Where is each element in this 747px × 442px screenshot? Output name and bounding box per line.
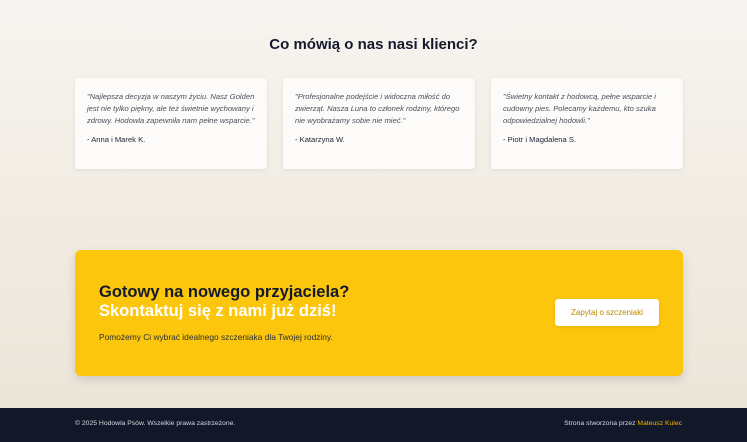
cta-headline: Gotowy na nowego przyjaciela? (99, 283, 350, 301)
testimonial-author: - Piotr i Magdalena S. (503, 135, 577, 144)
testimonial-card: "Profesjonalne podejście i widoczna miło… (283, 78, 475, 169)
testimonial-card: "Świetny kontakt z hodowcą, pełne wsparc… (491, 78, 683, 169)
testimonial-card: "Najlepsza decyzja w naszym życiu. Nasz … (75, 78, 267, 169)
testimonials-title: Co mówią o nas nasi klienci? (269, 36, 478, 53)
testimonial-author: - Anna i Marek K. (87, 135, 146, 144)
footer-credit-author-link[interactable]: Mateusz Kulec (637, 420, 682, 427)
testimonial-quote: "Najlepsza decyzja w naszym życiu. Nasz … (87, 92, 255, 125)
site-footer: © 2025 Hodowla Psów. Wszelkie prawa zast… (0, 408, 747, 442)
ask-about-puppies-button[interactable]: Zapytaj o szczeniaki (555, 299, 659, 326)
cta-banner: Gotowy na nowego przyjaciela? Skontaktuj… (75, 250, 683, 376)
cta-description: Pomożemy Ci wybrać idealnego szczeniaka … (99, 332, 333, 342)
testimonials-list: "Najlepsza decyzja w naszym życiu. Nasz … (75, 78, 683, 169)
footer-copyright: © 2025 Hodowla Psów. Wszelkie prawa zast… (75, 420, 236, 427)
cta-subheadline: Skontaktuj się z nami już dziś! (99, 302, 337, 320)
testimonial-author: - Katarzyna W. (295, 135, 345, 144)
testimonial-quote: "Świetny kontakt z hodowcą, pełne wsparc… (503, 92, 656, 125)
footer-credit: Strona stworzona przez Mateusz Kulec (564, 420, 682, 427)
testimonial-quote: "Profesjonalne podejście i widoczna miło… (295, 92, 460, 125)
footer-credit-prefix: Strona stworzona przez (564, 420, 636, 427)
